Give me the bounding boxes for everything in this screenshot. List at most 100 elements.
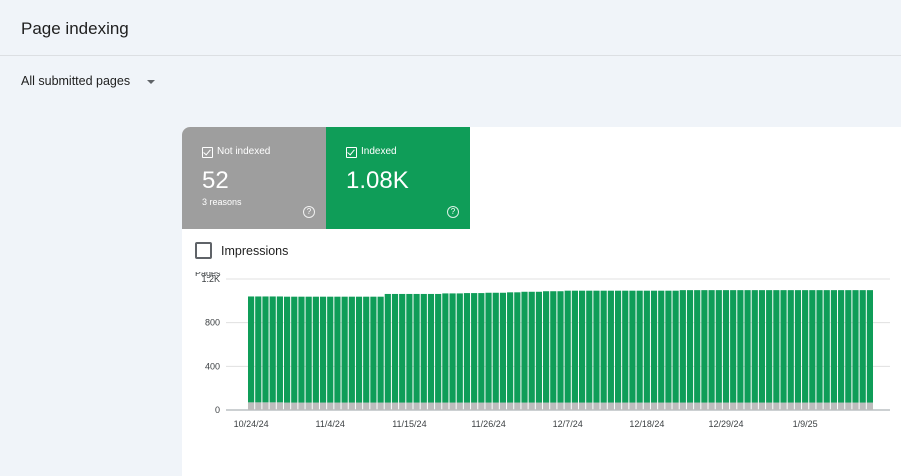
- bar-not-indexed: [348, 402, 355, 410]
- bar-indexed: [384, 293, 391, 403]
- bar-indexed: [658, 290, 665, 403]
- bar-indexed: [823, 290, 830, 403]
- bar-indexed: [802, 290, 809, 403]
- bar-indexed: [298, 296, 305, 403]
- bar-indexed: [730, 290, 737, 403]
- bar-not-indexed: [305, 402, 312, 410]
- bar-not-indexed: [514, 402, 521, 410]
- bar-indexed: [435, 293, 442, 403]
- bar-not-indexed: [636, 402, 643, 410]
- bar-not-indexed: [283, 402, 291, 410]
- impressions-toggle[interactable]: Impressions: [195, 242, 288, 259]
- bar-not-indexed: [312, 402, 319, 410]
- bar-not-indexed: [715, 402, 722, 410]
- x-tick-label: 11/26/24: [471, 419, 505, 429]
- bar-not-indexed: [614, 402, 622, 410]
- bar-indexed: [550, 291, 557, 403]
- indexing-card: Not indexed 52 3 reasons ? Indexed 1.08K…: [182, 127, 901, 476]
- bar-not-indexed: [255, 402, 262, 410]
- bar-not-indexed: [809, 402, 816, 410]
- bar-not-indexed: [571, 402, 578, 410]
- bar-not-indexed: [478, 402, 485, 410]
- bar-indexed: [586, 290, 593, 403]
- not-indexed-label: Not indexed: [217, 146, 271, 157]
- bar-indexed: [377, 296, 384, 403]
- bar-indexed: [305, 296, 312, 403]
- bar-not-indexed: [557, 402, 564, 410]
- bar-indexed: [406, 293, 413, 403]
- bar-indexed: [564, 290, 571, 403]
- bar-not-indexed: [708, 402, 715, 410]
- bar-indexed: [780, 290, 787, 403]
- bar-not-indexed: [463, 402, 471, 410]
- bar-not-indexed: [586, 402, 593, 410]
- bar-indexed: [478, 293, 485, 403]
- bar-not-indexed: [341, 402, 348, 410]
- bar-not-indexed: [593, 402, 600, 410]
- bar-not-indexed: [679, 402, 686, 410]
- bar-indexed: [643, 290, 650, 403]
- bar-indexed: [391, 293, 399, 403]
- bar-not-indexed: [672, 402, 679, 410]
- bar-not-indexed: [456, 402, 463, 410]
- bar-indexed: [593, 290, 600, 403]
- bar-not-indexed: [319, 402, 327, 410]
- impressions-checkbox[interactable]: [195, 242, 212, 259]
- bar-not-indexed: [787, 402, 794, 410]
- bar-not-indexed: [686, 402, 694, 410]
- bar-not-indexed: [507, 402, 514, 410]
- bar-indexed: [600, 290, 607, 403]
- bar-indexed: [809, 290, 816, 403]
- bar-indexed: [557, 291, 564, 403]
- bar-not-indexed: [758, 402, 766, 410]
- bar-indexed: [319, 296, 327, 403]
- bar-not-indexed: [449, 402, 456, 410]
- not-indexed-tile[interactable]: Not indexed 52 3 reasons ?: [182, 127, 326, 229]
- bar-indexed: [291, 296, 298, 403]
- bar-indexed: [449, 293, 456, 403]
- bar-indexed: [528, 291, 535, 403]
- bar-indexed: [276, 296, 283, 403]
- bar-not-indexed: [802, 402, 809, 410]
- indexed-value: 1.08K: [346, 167, 409, 194]
- y-tick-label: 1.2K: [201, 274, 220, 284]
- bar-not-indexed: [564, 402, 571, 410]
- bar-not-indexed: [694, 402, 701, 410]
- bar-not-indexed: [435, 402, 442, 410]
- help-icon[interactable]: ?: [447, 206, 459, 218]
- bar-not-indexed: [276, 402, 283, 410]
- y-tick-label: 800: [205, 318, 220, 328]
- bar-indexed: [708, 290, 715, 403]
- not-indexed-value: 52: [202, 167, 229, 194]
- bar-indexed: [773, 290, 780, 403]
- submitted-pages-dropdown[interactable]: All submitted pages: [21, 74, 155, 88]
- bar-not-indexed: [780, 402, 787, 410]
- bar-not-indexed: [377, 402, 384, 410]
- bar-indexed: [507, 292, 514, 403]
- checkbox-checked-icon: [202, 147, 213, 158]
- help-icon[interactable]: ?: [303, 206, 315, 218]
- bar-indexed: [327, 296, 334, 403]
- bar-indexed: [744, 290, 751, 403]
- bar-not-indexed: [442, 402, 449, 410]
- bar-indexed: [758, 290, 766, 403]
- bar-not-indexed: [816, 402, 823, 410]
- bar-not-indexed: [471, 402, 478, 410]
- bar-indexed: [492, 292, 499, 403]
- bar-not-indexed: [499, 402, 507, 410]
- bar-indexed: [715, 290, 722, 403]
- x-tick-label: 12/29/24: [708, 419, 743, 429]
- bar-not-indexed: [823, 402, 830, 410]
- bar-not-indexed: [658, 402, 665, 410]
- bar-not-indexed: [528, 402, 535, 410]
- bar-indexed: [794, 290, 802, 403]
- bar-not-indexed: [485, 402, 492, 410]
- bar-not-indexed: [420, 402, 427, 410]
- bar-indexed: [737, 290, 744, 403]
- bar-indexed: [636, 290, 643, 403]
- bar-indexed: [787, 290, 794, 403]
- bar-indexed: [514, 292, 521, 403]
- indexed-tile[interactable]: Indexed 1.08K ?: [326, 127, 470, 229]
- bar-not-indexed: [773, 402, 780, 410]
- bar-not-indexed: [355, 402, 363, 410]
